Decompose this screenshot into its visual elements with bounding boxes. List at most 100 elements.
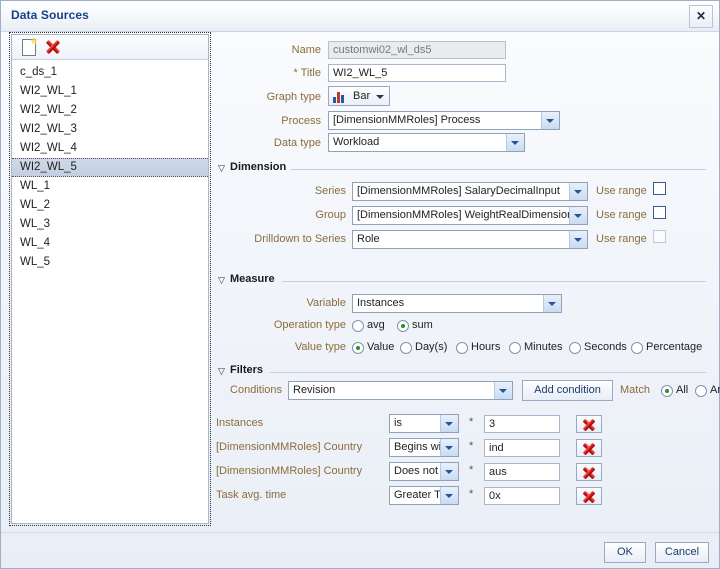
- group-use-range-label: Use range: [596, 209, 647, 221]
- match-radio-all[interactable]: [661, 385, 673, 397]
- list-toolbar: [12, 35, 208, 60]
- match-label: Match: [620, 384, 650, 396]
- delete-filter-button[interactable]: [576, 487, 602, 505]
- process-label: Process: [281, 115, 321, 127]
- value-type-radio-percentage[interactable]: [631, 342, 643, 354]
- chevron-down-icon: [440, 415, 458, 432]
- add-condition-button[interactable]: Add condition: [522, 380, 613, 401]
- filter-value-input[interactable]: 0x: [484, 487, 560, 505]
- page-title: Data Sources: [11, 8, 89, 22]
- value-type-radio-value[interactable]: [352, 342, 364, 354]
- operation-type-radio-sum[interactable]: [397, 320, 409, 332]
- process-value: [DimensionMMRoles] Process: [333, 114, 481, 126]
- list-item[interactable]: WI2_WL_5: [12, 158, 208, 177]
- filter-field-label: Instances: [216, 417, 264, 429]
- data-type-value: Workload: [333, 136, 380, 148]
- filter-operator-select[interactable]: is: [389, 414, 459, 433]
- process-select[interactable]: [DimensionMMRoles] Process: [328, 111, 560, 130]
- title-bar: Data Sources ✕: [1, 1, 719, 32]
- filter-required-asterisk: *: [469, 440, 474, 452]
- bar-chart-icon: [333, 91, 347, 103]
- list-item[interactable]: c_ds_1: [12, 63, 208, 82]
- value-type-radio-label: Day(s): [415, 341, 448, 353]
- list-item[interactable]: WL_2: [12, 196, 208, 215]
- filter-required-asterisk: *: [469, 488, 474, 500]
- collapse-triangle-icon[interactable]: [218, 366, 226, 377]
- group-use-range-checkbox[interactable]: [653, 206, 666, 219]
- value-type-radio-day-s-[interactable]: [400, 342, 412, 354]
- value-type-radio-minutes[interactable]: [509, 342, 521, 354]
- cancel-button[interactable]: Cancel: [655, 542, 709, 563]
- operation-type-radio-avg[interactable]: [352, 320, 364, 332]
- match-radio-an[interactable]: [695, 385, 707, 397]
- measure-section-title: Measure: [230, 273, 275, 285]
- list-item[interactable]: WI2_WL_2: [12, 101, 208, 120]
- filter-value-input[interactable]: ind: [484, 439, 560, 457]
- value-type-radio-label: Value: [367, 341, 395, 353]
- data-source-list[interactable]: c_ds_1 WI2_WL_1 WI2_WL_2 WI2_WL_3 WI2_WL_4 WI…: [12, 60, 208, 272]
- chevron-down-icon: [569, 207, 587, 224]
- list-item[interactable]: WI2_WL_4: [12, 139, 208, 158]
- list-item[interactable]: WI2_WL_3: [12, 120, 208, 139]
- delete-filter-button[interactable]: [576, 463, 602, 481]
- match-radio-label: An: [710, 384, 720, 396]
- filter-operator-select[interactable]: Does not c: [389, 462, 459, 481]
- value-type-radio-label: Hours: [471, 341, 501, 353]
- measure-section: Measure Variable Instances Operation typ…: [216, 273, 711, 354]
- list-item[interactable]: WL_5: [12, 253, 208, 272]
- delete-x-icon: [581, 417, 597, 432]
- measure-section-header[interactable]: Measure: [216, 273, 711, 289]
- operation-type-radio-label: avg: [367, 319, 385, 331]
- list-item[interactable]: WL_4: [12, 234, 208, 253]
- drilldown-label: Drilldown to Series: [254, 233, 346, 245]
- name-label: Name: [291, 44, 321, 56]
- match-radio-label: All: [676, 384, 689, 396]
- conditions-value: Revision: [293, 384, 336, 396]
- list-item[interactable]: WI2_WL_1: [12, 82, 208, 101]
- chevron-down-icon: [376, 95, 384, 99]
- delete-filter-button[interactable]: [576, 415, 602, 433]
- series-use-range-checkbox[interactable]: [653, 182, 666, 195]
- delete-filter-button[interactable]: [576, 439, 602, 457]
- ok-button[interactable]: OK: [603, 542, 646, 563]
- filter-value-input[interactable]: 3: [484, 415, 560, 433]
- variable-select[interactable]: Instances: [352, 294, 562, 313]
- filter-operator-select[interactable]: Greater Th: [389, 486, 459, 505]
- variable-label: Variable: [306, 297, 346, 309]
- value-type-radio-seconds[interactable]: [569, 342, 581, 354]
- delete-x-icon: [581, 489, 597, 504]
- chevron-down-icon: [541, 112, 559, 129]
- collapse-triangle-icon[interactable]: [218, 163, 226, 174]
- operation-type-radio-label: sum: [412, 319, 433, 331]
- conditions-select[interactable]: Revision: [288, 381, 513, 400]
- group-select[interactable]: [DimensionMMRoles] WeightRealDimension: [352, 206, 588, 225]
- data-type-select[interactable]: Workload: [328, 133, 525, 152]
- value-type-radio-hours[interactable]: [456, 342, 468, 354]
- close-button[interactable]: ✕: [689, 5, 713, 28]
- series-label: Series: [314, 185, 346, 197]
- delete-x-icon: [581, 465, 597, 480]
- drilldown-select[interactable]: Role: [352, 230, 588, 249]
- value-type-radio-label: Seconds: [584, 341, 627, 353]
- graph-type-button[interactable]: Bar: [328, 86, 390, 106]
- delete-data-source-icon[interactable]: [44, 38, 62, 56]
- list-item[interactable]: WL_3: [12, 215, 208, 234]
- filter-operator-select[interactable]: Begins with: [389, 438, 459, 457]
- new-data-source-icon[interactable]: [20, 38, 38, 56]
- dimension-section-header[interactable]: Dimension: [216, 161, 711, 177]
- filter-field-label: [DimensionMMRoles] Country: [216, 441, 363, 453]
- variable-value: Instances: [357, 297, 405, 309]
- filter-operator-value: is: [394, 417, 402, 429]
- drilldown-value: Role: [357, 233, 380, 245]
- collapse-triangle-icon[interactable]: [218, 275, 226, 286]
- series-select[interactable]: [DimensionMMRoles] SalaryDecimalInput: [352, 182, 588, 201]
- series-value: [DimensionMMRoles] SalaryDecimalInput: [357, 185, 560, 197]
- filter-value-input[interactable]: aus: [484, 463, 560, 481]
- chevron-down-icon: [506, 134, 524, 151]
- data-sources-dialog: Data Sources ✕ c_ds_1 WI2_WL_1 WI2_WL_2 WI2…: [0, 0, 720, 569]
- title-input[interactable]: WI2_WL_5: [328, 64, 506, 82]
- value-type-label: Value type: [294, 341, 346, 353]
- series-use-range-label: Use range: [596, 185, 647, 197]
- filters-section-header[interactable]: Filters: [216, 364, 711, 380]
- list-item[interactable]: WL_1: [12, 177, 208, 196]
